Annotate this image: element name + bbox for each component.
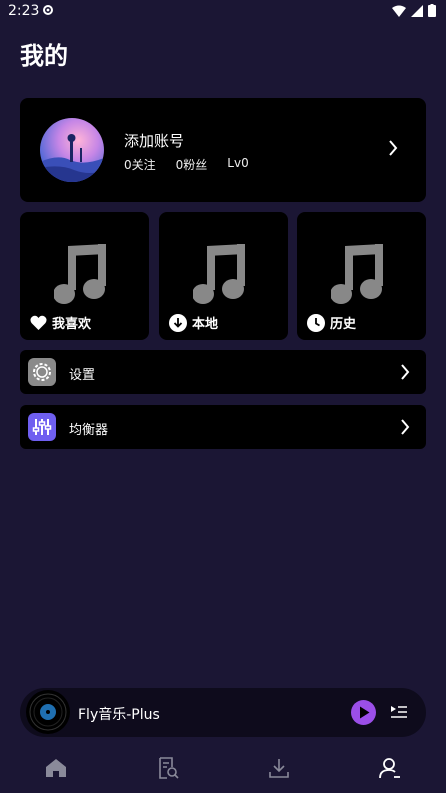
play-button[interactable]: [351, 700, 376, 725]
menu-item-label: 均衡器: [69, 423, 109, 438]
bottom-nav: [0, 748, 446, 793]
playlist-icon[interactable]: [390, 703, 408, 721]
play-icon: [360, 706, 370, 719]
search-document-icon[interactable]: [156, 756, 180, 780]
profile-icon[interactable]: [378, 756, 402, 780]
menu-item-label: 设置: [69, 368, 96, 383]
gear-icon: [43, 5, 53, 15]
status-icons: [392, 4, 436, 17]
quick-access-row: 我喜欢 本地 历史: [20, 212, 426, 340]
level-badge: Lv0: [227, 156, 249, 170]
wifi-icon: [392, 5, 406, 17]
music-note-icon: [54, 244, 106, 304]
quick-card-label: 我喜欢: [30, 313, 91, 332]
quick-card-label: 历史: [307, 313, 356, 332]
album-disc-icon: [26, 690, 70, 734]
download-icon[interactable]: [267, 756, 291, 780]
clock-icon: [307, 313, 325, 332]
avatar-scene-image: [40, 134, 104, 182]
signal-icon: [411, 4, 423, 17]
following-count[interactable]: 0关注: [124, 156, 156, 173]
music-note-icon: [193, 244, 245, 304]
status-bar: 2:23: [0, 0, 446, 24]
home-icon[interactable]: [44, 756, 68, 780]
status-time: 2:23: [8, 3, 40, 19]
page-title: 我的: [20, 42, 68, 70]
music-note-icon: [331, 244, 383, 304]
chevron-right-icon: [401, 364, 410, 380]
menu-item-equalizer[interactable]: 均衡器: [20, 405, 426, 449]
quick-card-local[interactable]: 本地: [159, 212, 288, 340]
avatar: [40, 118, 104, 182]
quick-card-favorites[interactable]: 我喜欢: [20, 212, 149, 340]
battery-icon: [428, 4, 436, 17]
account-card[interactable]: 添加账号 0关注 0粉丝 Lv0: [20, 98, 426, 202]
player-title: Fly音乐-Plus: [78, 707, 160, 723]
account-stats: 0关注 0粉丝 Lv0: [124, 156, 249, 173]
account-name: 添加账号: [124, 132, 185, 150]
quick-card-history[interactable]: 历史: [297, 212, 426, 340]
chevron-right-icon: [389, 140, 398, 156]
fans-count[interactable]: 0粉丝: [176, 156, 208, 173]
chevron-right-icon: [401, 419, 410, 435]
mini-player[interactable]: Fly音乐-Plus: [20, 688, 426, 737]
heart-icon: [30, 315, 47, 330]
download-circle-icon: [169, 313, 187, 332]
equalizer-icon: [28, 413, 56, 441]
settings-gear-icon: [28, 358, 56, 386]
menu-item-settings[interactable]: 设置: [20, 350, 426, 394]
quick-card-label: 本地: [169, 313, 218, 332]
